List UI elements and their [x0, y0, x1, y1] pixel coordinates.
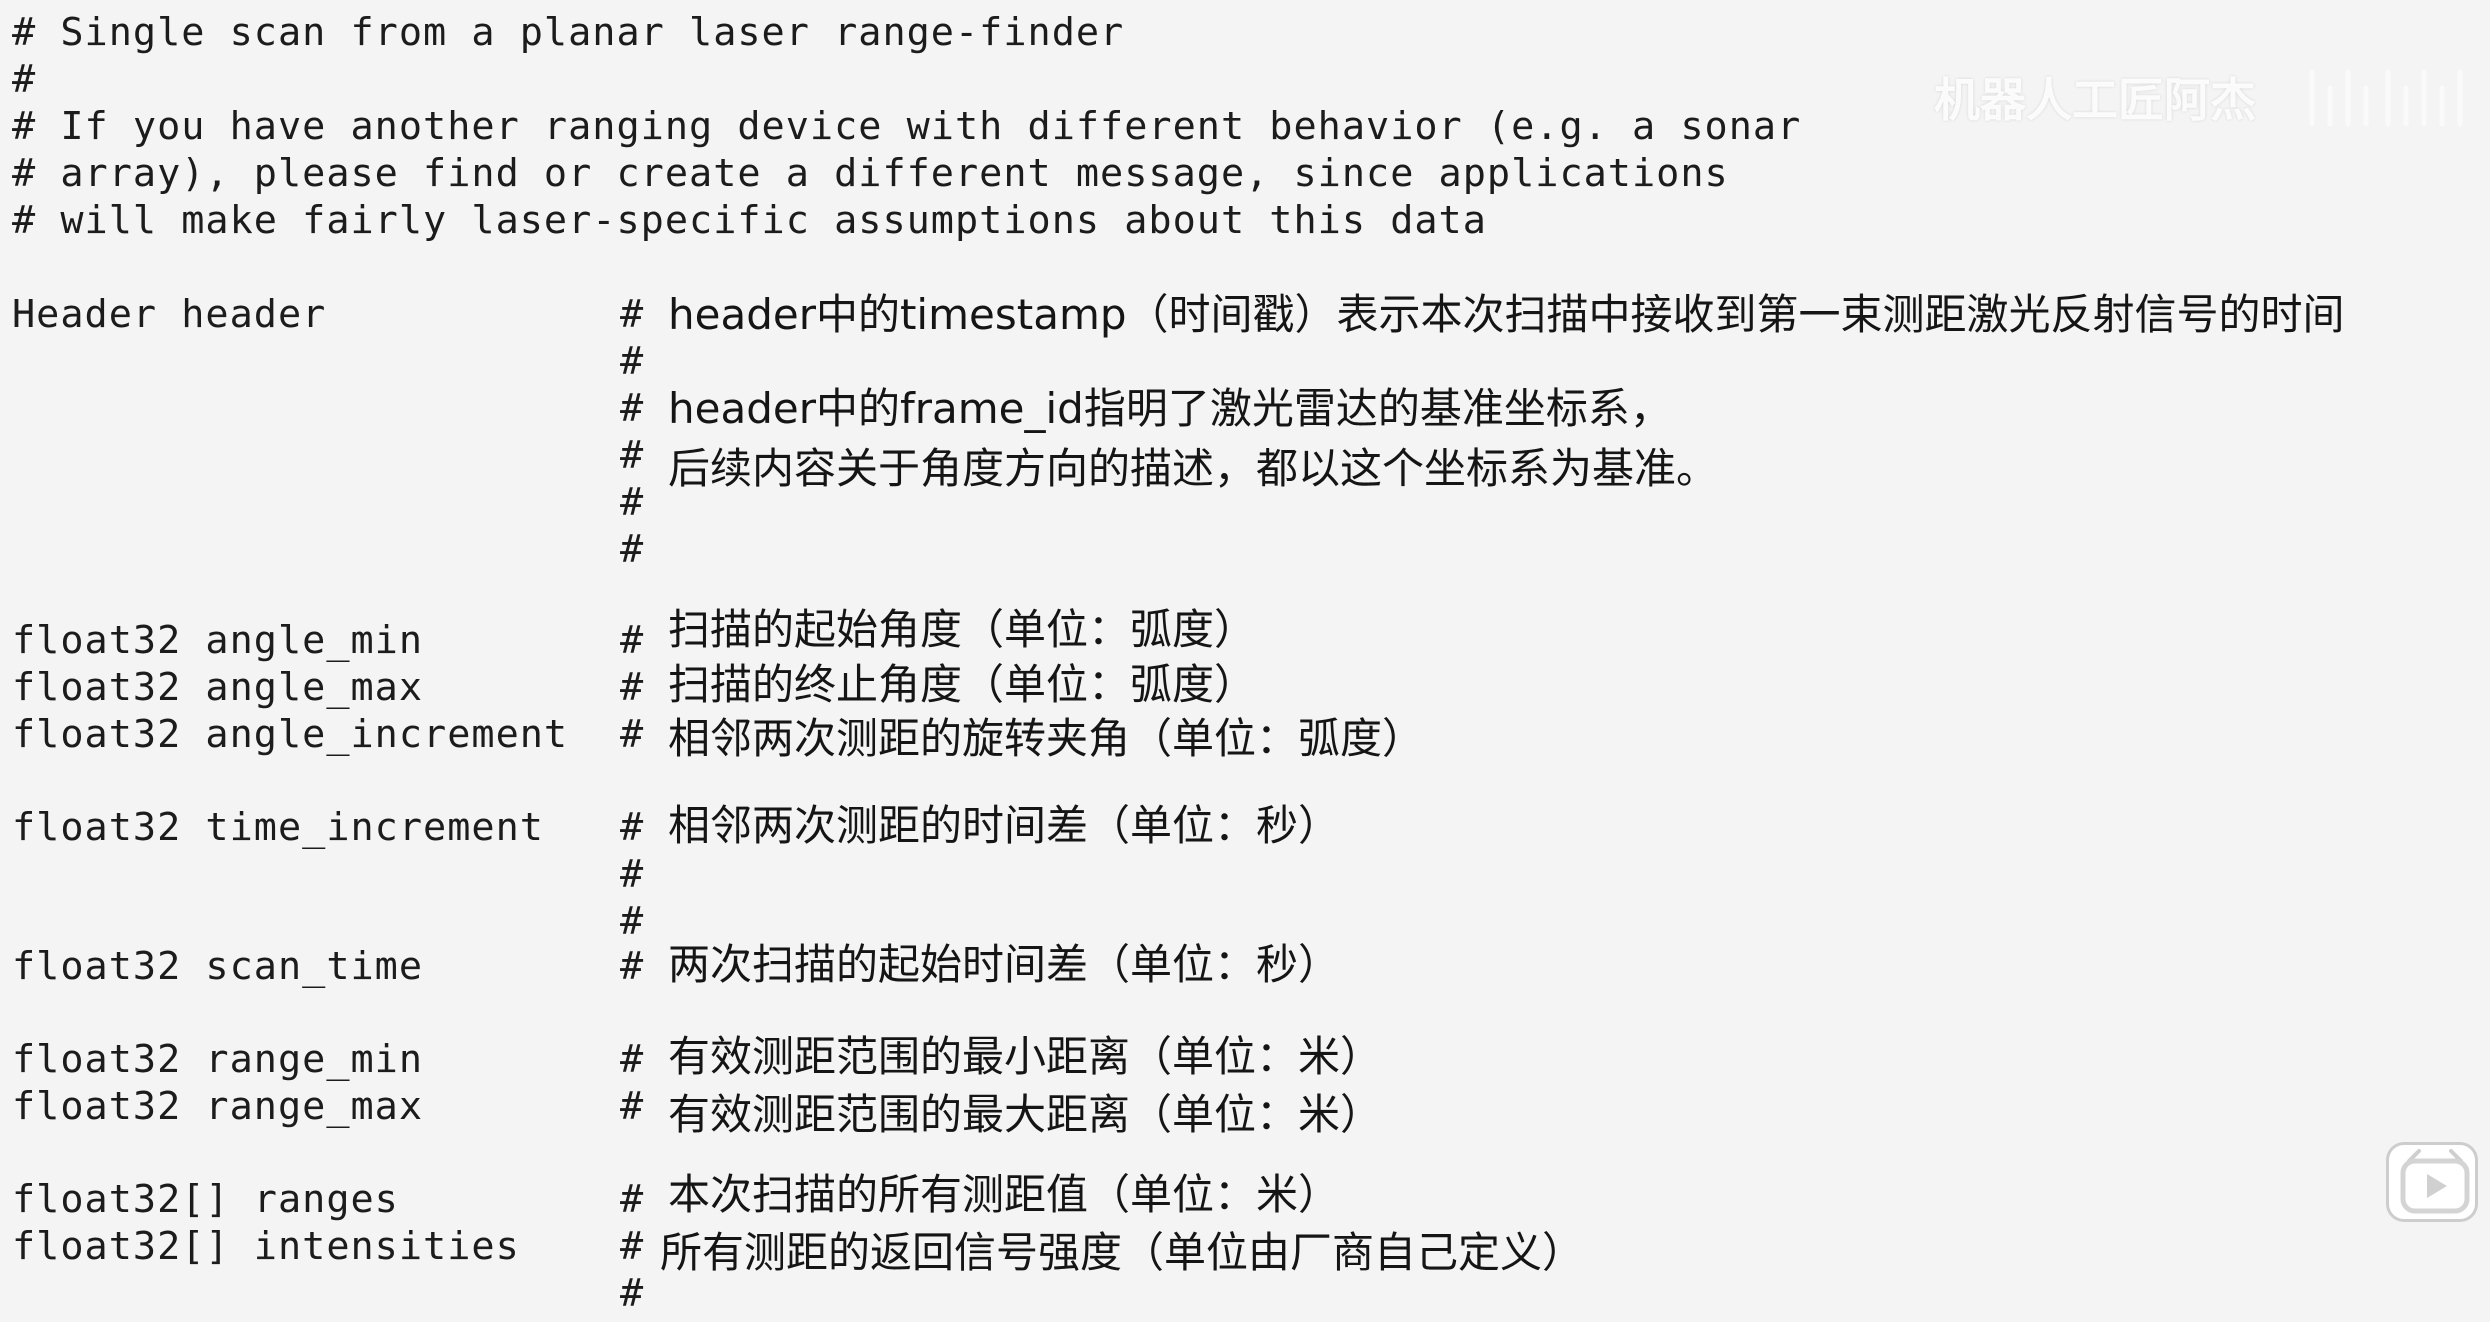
annotation-intensities: 所有测距的返回信号强度（单位由厂商自己定义）: [660, 1228, 1585, 1277]
comment-line: # array), please find or create a differ…: [12, 151, 1729, 196]
annotation-angle-max: 扫描的终止角度（单位：弧度）: [668, 660, 1257, 709]
annotation-angle-min: 扫描的起始角度（单位：弧度）: [668, 605, 1257, 654]
bilibili-logo-icon: [2309, 69, 2463, 127]
field-angle-max: float32 angle_max: [12, 665, 424, 710]
field-scan-time: float32 scan_time: [12, 944, 424, 989]
annotation-ranges: 本次扫描的所有测距值（单位：米）: [668, 1170, 1341, 1219]
comment-hash: #: [620, 1037, 644, 1082]
play-icon: [2400, 1149, 2470, 1214]
channel-watermark: 机器人工匠阿杰: [1934, 73, 2256, 127]
comment-hash: #: [620, 1271, 644, 1316]
field-angle-increment: float32 angle_increment: [12, 712, 569, 757]
comment-hash: #: [620, 1224, 644, 1269]
comment-hash: #: [620, 1177, 644, 1222]
field-ranges: float32[] ranges: [12, 1177, 399, 1222]
code-editor: # Single scan from a planar laser range-…: [0, 0, 2490, 1322]
annotation-angle-increment: 相邻两次测距的旋转夹角（单位：弧度）: [668, 714, 1425, 763]
annotation-range-max: 有效测距范围的最大距离（单位：米）: [668, 1090, 1383, 1139]
comment-hash: #: [620, 944, 644, 989]
comment-line: # If you have another ranging device wit…: [12, 104, 1802, 149]
annotation-scan-time: 两次扫描的起始时间差（单位：秒）: [668, 940, 1341, 989]
annotation-header-frame-id: header中的frame_id指明了激光雷达的基准坐标系，: [668, 384, 1672, 433]
comment-line: # Single scan from a planar laser range-…: [12, 10, 1125, 55]
comment-hash: #: [620, 618, 644, 663]
comment-hash: #: [620, 527, 644, 572]
annotation-time-increment: 相邻两次测距的时间差（单位：秒）: [668, 801, 1341, 850]
play-button[interactable]: [2386, 1142, 2478, 1222]
comment-line: #: [12, 57, 37, 102]
field-range-min: float32 range_min: [12, 1037, 424, 1082]
annotation-header-frame-basis: 后续内容关于角度方向的描述，都以这个坐标系为基准。: [668, 444, 1719, 493]
comment-hash: #: [620, 665, 644, 710]
field-range-max: float32 range_max: [12, 1084, 424, 1129]
comment-hash: #: [620, 852, 644, 897]
comment-hash: #: [620, 805, 644, 850]
field-time-increment: float32 time_increment: [12, 805, 544, 850]
field-angle-min: float32 angle_min: [12, 618, 424, 663]
comment-hash: #: [620, 292, 644, 337]
comment-hash: #: [620, 899, 644, 944]
comment-hash: #: [620, 1084, 644, 1129]
field-header: Header header: [12, 292, 327, 337]
field-intensities: float32[] intensities: [12, 1224, 520, 1269]
comment-line: # will make fairly laser-specific assump…: [12, 198, 1487, 243]
annotation-range-min: 有效测距范围的最小距离（单位：米）: [668, 1032, 1383, 1081]
comment-hash: #: [620, 339, 644, 384]
comment-hash: #: [620, 386, 644, 431]
comment-hash: #: [620, 712, 644, 757]
annotation-header-timestamp: header中的timestamp（时间戳）表示本次扫描中接收到第一束测距激光反…: [668, 290, 2345, 339]
comment-hash: #: [620, 433, 644, 478]
comment-hash: #: [620, 480, 644, 525]
